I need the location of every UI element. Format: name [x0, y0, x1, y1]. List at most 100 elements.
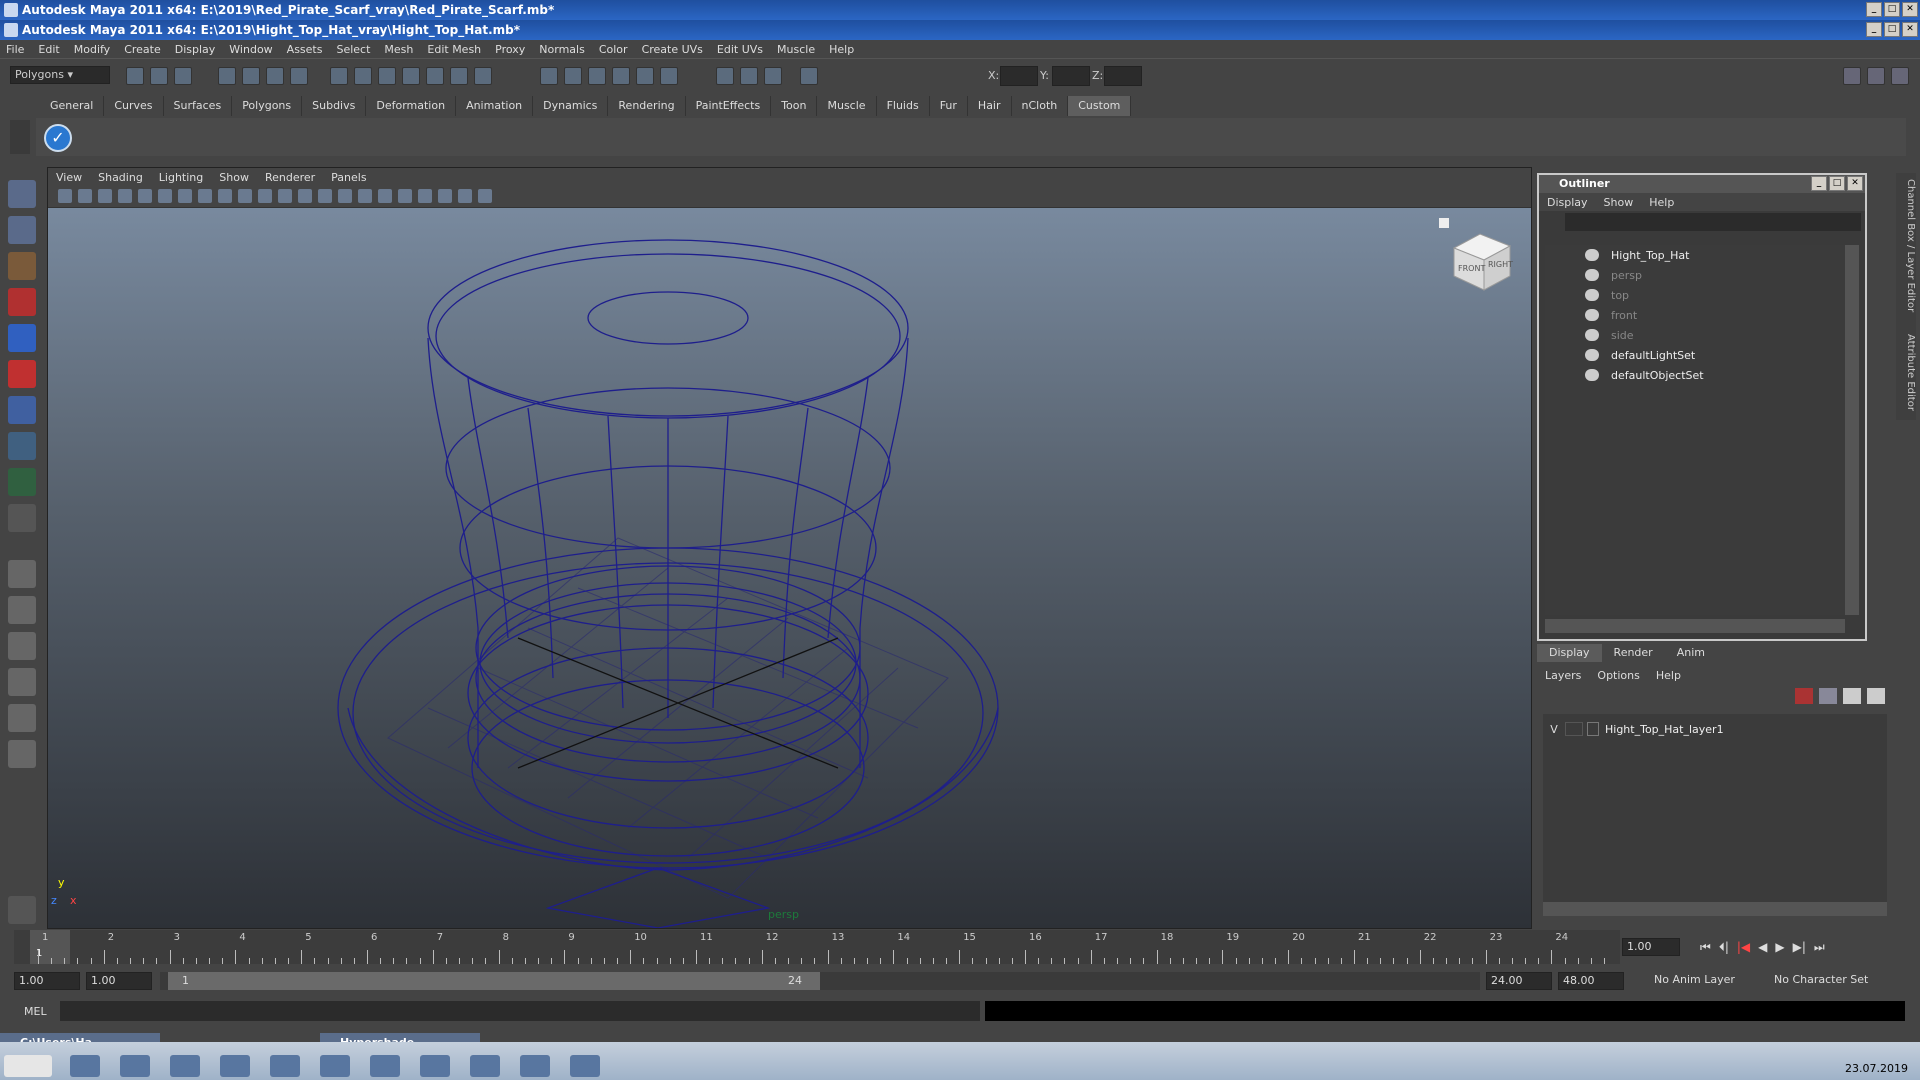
- render-globals-icon[interactable]: [764, 67, 782, 85]
- lock-selection-icon[interactable]: [290, 67, 308, 85]
- shelf-tab-fur[interactable]: Fur: [929, 96, 968, 116]
- folder-icon[interactable]: [470, 1055, 500, 1077]
- wireframe-on-shaded-icon[interactable]: [318, 189, 332, 203]
- hypershade-icon[interactable]: [660, 67, 678, 85]
- layer-visibility-toggle[interactable]: V: [1543, 723, 1565, 736]
- shelf-tab-toon[interactable]: Toon: [771, 96, 818, 116]
- outliner-vertical-scrollbar[interactable]: [1845, 245, 1859, 615]
- start-button[interactable]: [4, 1055, 52, 1077]
- vray-icon[interactable]: [320, 1055, 350, 1077]
- grid-icon[interactable]: [138, 189, 152, 203]
- layer-tab-anim[interactable]: Anim: [1664, 644, 1717, 662]
- outliner-item-side[interactable]: side: [1585, 325, 1634, 345]
- viewport-menu-lighting[interactable]: Lighting: [159, 171, 203, 184]
- snap-surface-icon[interactable]: [426, 67, 444, 85]
- show-manipulator-icon[interactable]: [8, 468, 36, 496]
- layer-color-swatch[interactable]: [1587, 722, 1599, 736]
- shelf-tab-surfaces[interactable]: Surfaces: [163, 96, 233, 116]
- textured-icon[interactable]: [338, 189, 352, 203]
- shelf-tab-deformation[interactable]: Deformation: [366, 96, 457, 116]
- shelf-tab-subdivs[interactable]: Subdivs: [302, 96, 367, 116]
- field-chart-icon[interactable]: [218, 189, 232, 203]
- shelf-tab-animation[interactable]: Animation: [456, 96, 534, 116]
- input-ops-icon[interactable]: [474, 67, 492, 85]
- camera-select-icon[interactable]: [58, 189, 72, 203]
- gate-mask-icon[interactable]: [198, 189, 212, 203]
- camera-attributes-icon[interactable]: [78, 189, 92, 203]
- snap-view-icon[interactable]: [402, 67, 420, 85]
- shelf-tab-polygons[interactable]: Polygons: [232, 96, 303, 116]
- four-pane-layout-icon[interactable]: [8, 596, 36, 624]
- shelf-tab-general[interactable]: General: [40, 96, 105, 116]
- minimize-icon[interactable]: _: [1866, 22, 1882, 37]
- image-plane-icon[interactable]: [118, 189, 132, 203]
- shelf-tab-dynamics[interactable]: Dynamics: [533, 96, 609, 116]
- scale-tool-icon[interactable]: [8, 360, 36, 388]
- range-slider[interactable]: 1 24: [160, 972, 1480, 990]
- select-hierarchy-icon[interactable]: [218, 67, 236, 85]
- layer-move-down-icon[interactable]: [1819, 688, 1837, 704]
- minimize-icon[interactable]: _: [1811, 176, 1827, 191]
- layer-display-type-toggle[interactable]: [1565, 722, 1583, 736]
- layer-row[interactable]: V Hight_Top_Hat_layer1: [1543, 720, 1887, 738]
- anim-layer-dropdown[interactable]: No Anim Layer: [1650, 972, 1760, 990]
- outliner-item-defaultobjectset[interactable]: defaultObjectSet: [1585, 365, 1704, 385]
- viewport-menu-panels[interactable]: Panels: [331, 171, 366, 184]
- outliner-layout-icon[interactable]: [8, 632, 36, 660]
- new-layer-selected-icon[interactable]: [1867, 688, 1885, 704]
- step-back-frame-icon[interactable]: |◀: [1737, 940, 1750, 955]
- shelf-tab-hair[interactable]: Hair: [967, 96, 1012, 116]
- maximize-icon[interactable]: □: [1884, 22, 1900, 37]
- outliner-menu-help[interactable]: Help: [1649, 196, 1674, 209]
- flag-icon[interactable]: [70, 1055, 100, 1077]
- paint-select-tool-icon[interactable]: [8, 252, 36, 280]
- open-scene-icon[interactable]: [150, 67, 168, 85]
- step-forward-frame-icon[interactable]: ▶|: [1793, 940, 1806, 955]
- render-view-icon[interactable]: [564, 67, 582, 85]
- viewport-menu-show[interactable]: Show: [219, 171, 249, 184]
- film-gate-icon[interactable]: [158, 189, 172, 203]
- play-forwards-icon[interactable]: ▶: [1775, 940, 1784, 955]
- isolate-icon[interactable]: [398, 189, 412, 203]
- outliner-horizontal-scrollbar[interactable]: [1545, 619, 1845, 633]
- single-pane-layout-icon[interactable]: [8, 560, 36, 588]
- playback-end-field[interactable]: 24.00: [1486, 972, 1552, 990]
- hypershade-layout-icon[interactable]: [8, 704, 36, 732]
- maximize-icon[interactable]: □: [1829, 176, 1845, 191]
- outliner-menu-show[interactable]: Show: [1604, 196, 1634, 209]
- z-input[interactable]: [1104, 66, 1142, 86]
- skype-icon[interactable]: [420, 1055, 450, 1077]
- xray-icon[interactable]: [418, 189, 432, 203]
- menu-assets[interactable]: Assets: [287, 43, 323, 56]
- select-tool-icon[interactable]: [8, 180, 36, 208]
- last-tool-icon[interactable]: [8, 504, 36, 532]
- firefox-icon[interactable]: [220, 1055, 250, 1077]
- render-frame-icon[interactable]: [588, 67, 606, 85]
- paint-icon[interactable]: [270, 1055, 300, 1077]
- sculpt-icon[interactable]: [716, 67, 734, 85]
- calendar-icon[interactable]: [570, 1055, 600, 1077]
- lasso-tool-icon[interactable]: [8, 216, 36, 244]
- new-layer-icon[interactable]: [1843, 688, 1861, 704]
- command-language-label[interactable]: MEL: [24, 1005, 47, 1018]
- graph-layout-icon[interactable]: [8, 668, 36, 696]
- command-input[interactable]: [60, 1001, 980, 1021]
- perspective-viewport[interactable]: View Shading Lighting Show Renderer Panels: [47, 167, 1532, 929]
- universal-manipulator-icon[interactable]: [8, 396, 36, 424]
- layer-move-up-icon[interactable]: [1795, 688, 1813, 704]
- snap-curve-icon[interactable]: [354, 67, 372, 85]
- start-time-field[interactable]: 1.00: [14, 972, 80, 990]
- menu-edit[interactable]: Edit: [38, 43, 59, 56]
- rotate-tool-icon[interactable]: [8, 324, 36, 352]
- move-tool-icon[interactable]: [8, 288, 36, 316]
- resolution-gate-icon[interactable]: [178, 189, 192, 203]
- y-input[interactable]: [1052, 66, 1090, 86]
- menu-proxy[interactable]: Proxy: [495, 43, 525, 56]
- layer-scrollbar[interactable]: [1543, 902, 1887, 916]
- smooth-shade-icon[interactable]: [298, 189, 312, 203]
- menu-select[interactable]: Select: [336, 43, 370, 56]
- menu-edit-mesh[interactable]: Edit Mesh: [427, 43, 481, 56]
- soft-modify-icon[interactable]: [8, 432, 36, 460]
- layer-tab-display[interactable]: Display: [1537, 644, 1602, 662]
- shelf-tab-fluids[interactable]: Fluids: [876, 96, 930, 116]
